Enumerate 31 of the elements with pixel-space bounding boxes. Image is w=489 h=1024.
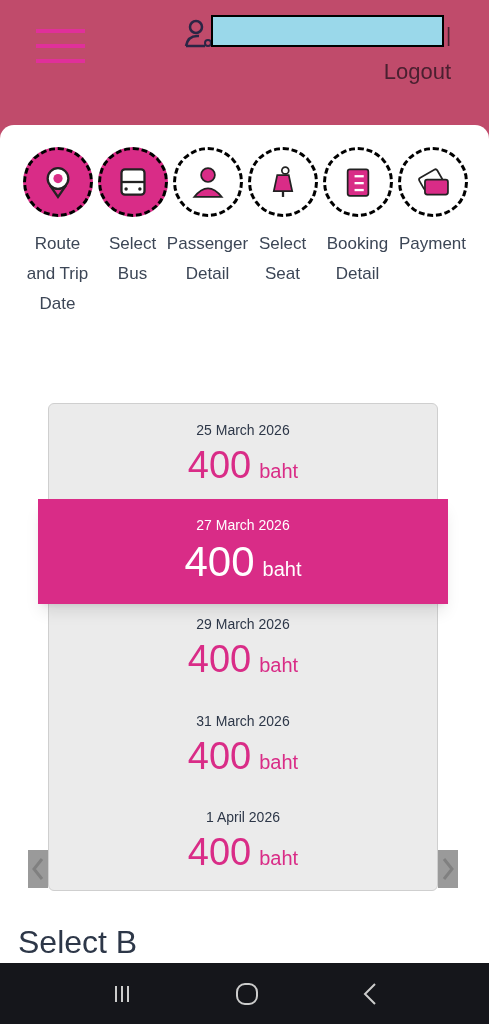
date-text: 1 April 2026 <box>206 808 280 828</box>
price: 400 <box>187 733 252 779</box>
step-label: Route and Trip Date <box>25 233 90 315</box>
date-option[interactable]: 31 March 2026 400 baht <box>49 696 437 794</box>
price: 400 <box>184 536 255 587</box>
step-label: Select Seat <box>257 233 308 285</box>
price-unit: baht <box>259 749 299 775</box>
date-text: 25 March 2026 <box>196 420 290 440</box>
date-text: 31 March 2026 <box>196 711 290 731</box>
price: 400 <box>187 637 252 682</box>
step-label: Payment <box>398 233 467 255</box>
home-icon[interactable] <box>234 981 259 1006</box>
price-unit: baht <box>259 653 299 678</box>
date-option[interactable]: 27 March 2026 400 baht <box>38 498 448 605</box>
chevron-left-icon <box>32 857 44 881</box>
step-label: Select Bus <box>107 233 158 285</box>
step-label: Booking Detail <box>325 233 390 285</box>
separator: | <box>446 23 452 48</box>
price-unit: baht <box>259 458 299 484</box>
chevron-right-icon <box>442 857 454 881</box>
step-label: Passenger Detail <box>166 233 249 285</box>
price: 400 <box>187 442 252 488</box>
section-heading: Select B <box>18 923 138 961</box>
back-icon[interactable] <box>361 981 378 1006</box>
price-unit: baht <box>259 846 299 872</box>
price-unit: baht <box>262 556 302 582</box>
date-text: 29 March 2026 <box>196 615 290 634</box>
date-option[interactable]: 1 April 2026 400 baht <box>49 793 437 890</box>
date-text: 27 March 2026 <box>196 515 290 535</box>
price: 400 <box>187 830 252 876</box>
user-icon <box>183 18 213 48</box>
